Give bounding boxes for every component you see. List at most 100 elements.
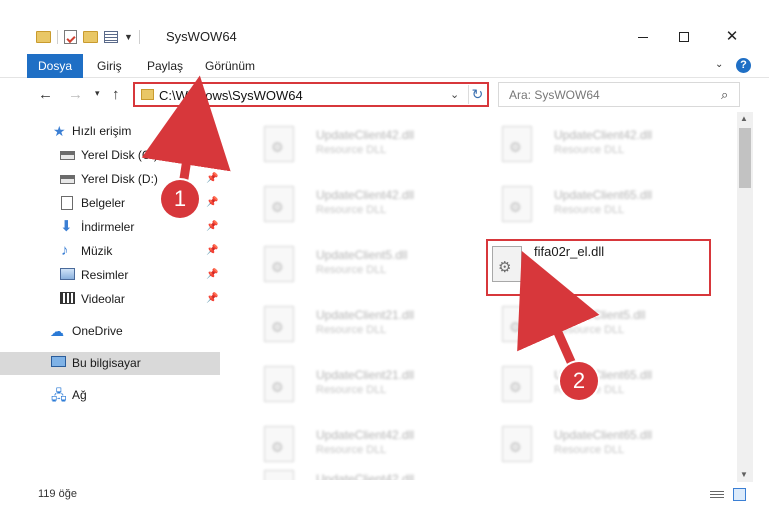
sidebar-item-label: Hızlı erişim	[72, 124, 132, 138]
sidebar-item-label: Resimler	[81, 268, 129, 282]
dll-file-icon	[264, 366, 294, 402]
file-item[interactable]: UpdateClient21.dll Resource DLL	[244, 298, 434, 353]
file-item[interactable]: UpdateClient42.dll Resource DLL	[244, 178, 434, 233]
vertical-scrollbar[interactable]: ▲ ▼	[737, 112, 753, 482]
step-1-badge: 1	[161, 180, 199, 218]
tab-home[interactable]: Giriş	[97, 54, 122, 78]
pin-icon[interactable]: 📌	[206, 293, 218, 304]
download-icon: ⬇	[60, 218, 73, 235]
address-dropdown-icon[interactable]: ⌄	[450, 88, 459, 101]
sidebar-item-label: Müzik	[81, 244, 113, 258]
pin-icon[interactable]: 📌	[206, 221, 218, 232]
file-type: Resource DLL	[316, 144, 387, 156]
file-name: UpdateClient42.dll	[316, 188, 415, 202]
file-type: Resource DLL	[316, 204, 387, 216]
minimize-button[interactable]	[620, 26, 666, 48]
close-button[interactable]: ✕	[709, 26, 755, 48]
sidebar-item-onedrive[interactable]: ☁ OneDrive	[0, 320, 220, 343]
dll-file-icon	[264, 426, 294, 462]
file-type: Resource DLL	[554, 204, 625, 216]
pin-icon[interactable]: 📌	[206, 269, 218, 280]
sidebar-item-label: Ağ	[72, 388, 87, 402]
file-type: Resource DLL	[554, 324, 625, 336]
file-item[interactable]: UpdateClient21.dll Resource DLL	[244, 358, 434, 413]
documents-icon	[61, 196, 73, 210]
pin-icon[interactable]: 📌	[206, 149, 218, 160]
large-icons-view-icon[interactable]	[733, 488, 746, 501]
sidebar-item-music[interactable]: ♪ Müzik 📌	[0, 240, 220, 263]
properties-icon[interactable]	[64, 30, 77, 44]
search-icon[interactable]: ⌕	[721, 87, 728, 103]
tab-view[interactable]: Görünüm	[205, 54, 255, 78]
recent-locations-chevron-icon[interactable]: ▾	[95, 88, 100, 99]
file-type: Resource DLL	[554, 144, 625, 156]
cloud-icon: ☁	[50, 323, 64, 339]
tab-share[interactable]: Paylaş	[147, 54, 183, 78]
sidebar-item-label: Yerel Disk (D:)	[81, 172, 158, 186]
drive-icon	[60, 175, 75, 184]
sidebar-item-label: İndirmeler	[81, 220, 135, 234]
pin-icon[interactable]: 📌	[206, 173, 218, 184]
sidebar-item-network[interactable]: 🖧 Ağ	[0, 384, 220, 407]
sidebar-item-local-disk-c[interactable]: Yerel Disk (C:) 📌	[0, 144, 220, 167]
pictures-icon	[60, 268, 75, 280]
quick-access-toolbar: ▼	[36, 28, 140, 46]
file-item[interactable]: UpdateClient42.dll Resource DLL	[482, 118, 672, 173]
dll-file-icon	[264, 246, 294, 282]
file-item[interactable]: UpdateClient42.dll Resource DLL	[244, 462, 434, 480]
file-type: Resource DLL	[316, 264, 387, 276]
pin-icon[interactable]: 📌	[206, 245, 218, 256]
expand-ribbon-icon[interactable]: ⌄	[715, 59, 723, 70]
toolbar-divider	[138, 30, 140, 44]
window-title: SysWOW64	[166, 29, 237, 44]
sidebar-item-label: Videolar	[81, 292, 125, 306]
dll-file-icon	[264, 126, 294, 162]
sidebar-item-downloads[interactable]: ⬇ İndirmeler 📌	[0, 216, 220, 239]
file-item[interactable]: UpdateClient42.dll Resource DLL	[244, 118, 434, 173]
maximize-icon	[679, 32, 689, 43]
refresh-icon[interactable]: ↻	[468, 85, 486, 104]
close-icon: ✕	[725, 28, 739, 45]
sidebar-item-this-pc[interactable]: Bu bilgisayar	[0, 352, 220, 375]
address-bar[interactable]: C:\Windows\SysWOW64 ⌄ ↻	[133, 82, 489, 107]
file-name: UpdateClient5.dll	[316, 248, 408, 262]
scroll-thumb[interactable]	[739, 128, 751, 188]
search-input[interactable]: Ara: SysWOW64 ⌕	[498, 82, 740, 107]
file-item[interactable]: UpdateClient5.dll Resource DLL	[244, 238, 434, 293]
dll-file-icon	[502, 126, 532, 162]
back-arrow-icon[interactable]: ←	[38, 86, 53, 103]
item-count: 119 öğe	[38, 488, 77, 500]
dll-file-icon	[264, 470, 294, 480]
file-name: UpdateClient65.dll	[554, 428, 653, 442]
sidebar-item-videos[interactable]: Videolar 📌	[0, 288, 220, 311]
file-item[interactable]: UpdateClient65.dll Resource DLL	[482, 178, 672, 233]
file-item[interactable]: UpdateClient65.dll Resource DLL	[482, 418, 672, 473]
address-path[interactable]: C:\Windows\SysWOW64	[159, 88, 303, 103]
file-item[interactable]: UpdateClient5.dll Resource DLL	[482, 298, 672, 353]
scroll-up-arrow-icon[interactable]: ▲	[740, 114, 748, 123]
file-list-pane: UpdateClient42.dll Resource DLL UpdateCl…	[222, 112, 737, 480]
file-name: UpdateClient42.dll	[316, 128, 415, 142]
new-folder-icon[interactable]	[83, 31, 98, 43]
file-name: UpdateClient65.dll	[554, 188, 653, 202]
tab-file[interactable]: Dosya	[27, 54, 83, 78]
dll-file-icon	[492, 246, 522, 282]
highlighted-file-item[interactable]: fifa02r_el.dll	[486, 239, 711, 296]
file-type: Resource DLL	[554, 444, 625, 456]
up-arrow-icon[interactable]: ↑	[112, 86, 120, 103]
step-2-badge: 2	[560, 362, 598, 400]
view-icon[interactable]	[104, 31, 118, 43]
scroll-down-arrow-icon[interactable]: ▼	[740, 470, 748, 479]
sidebar-item-label: OneDrive	[72, 324, 123, 338]
help-icon[interactable]: ?	[736, 58, 751, 73]
video-icon	[60, 292, 75, 304]
sidebar-item-pictures[interactable]: Resimler 📌	[0, 264, 220, 287]
file-type: Resource DLL	[316, 384, 387, 396]
maximize-button[interactable]	[661, 26, 707, 48]
sidebar-item-quick-access[interactable]: ★ Hızlı erişim	[0, 120, 220, 143]
navigation-bar: ← → ▾ ↑ C:\Windows\SysWOW64 ⌄ ↻ Ara: Sys…	[0, 80, 769, 110]
pin-icon[interactable]: 📌	[206, 197, 218, 208]
customize-dropdown-icon[interactable]: ▼	[124, 32, 133, 42]
details-view-icon[interactable]	[710, 489, 724, 500]
forward-arrow-icon[interactable]: →	[68, 86, 83, 103]
